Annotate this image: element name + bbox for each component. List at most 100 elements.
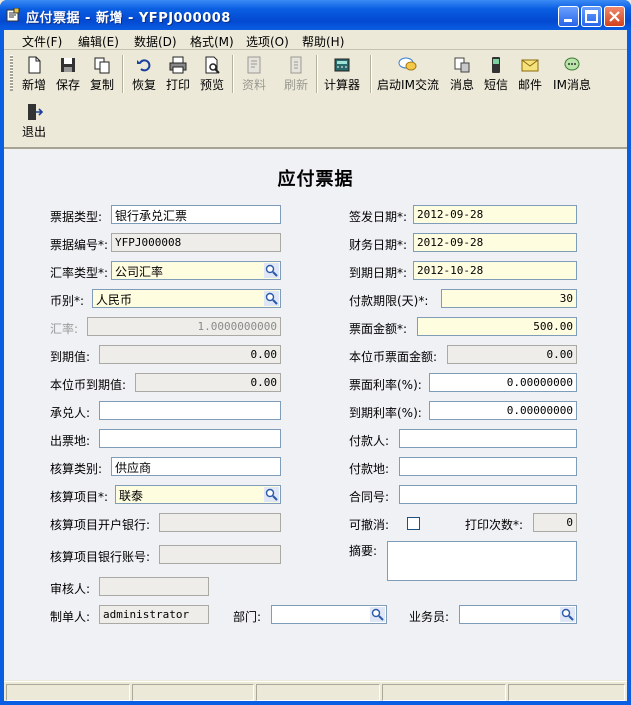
face-rate-field[interactable]: 0.00000000 (429, 373, 577, 392)
acct-category-label: 核算类别: (50, 462, 103, 476)
local-face-amount-label: 本位币票面金额: (349, 350, 438, 364)
maximize-button[interactable] (581, 6, 602, 27)
currency-value: 人民币 (96, 293, 133, 307)
preview-button[interactable]: 预览 (194, 54, 230, 98)
close-button[interactable] (604, 6, 625, 27)
department-field[interactable] (271, 605, 387, 624)
revocable-checkbox[interactable] (407, 517, 420, 530)
toolbar-grip[interactable] (10, 55, 13, 91)
finance-date-field[interactable]: 2012-09-28 (413, 233, 577, 252)
acceptor-label: 承兑人: (50, 406, 91, 420)
window-title: 应付票据 - 新增 - YFPJ000008 (26, 11, 231, 26)
payment-days-field[interactable]: 30 (441, 289, 577, 308)
payer-label: 付款人: (349, 434, 390, 448)
acct-item-label: 核算项目*: (50, 490, 109, 504)
acct-item-field[interactable]: 联泰 (115, 485, 281, 504)
info-record-icon (247, 56, 261, 74)
issue-date-field[interactable]: 2012-09-28 (413, 205, 577, 224)
message-button[interactable]: 消息 (444, 54, 480, 98)
title-bar[interactable]: 应付票据 - 新增 - YFPJ000008 (0, 0, 631, 30)
payment-days-label: 付款期限(天)*: (349, 294, 429, 308)
department-label: 部门: (233, 610, 262, 624)
refresh-button[interactable]: 刷新 (278, 54, 314, 98)
acct-bank-no-label: 核算项目银行账号: (50, 550, 151, 564)
copy-button[interactable]: 复制 (84, 54, 120, 98)
client-area: 文件(F) 编辑(E) 数据(D) 格式(M) 选项(O) 帮助(H) 新增 保… (4, 30, 627, 701)
summary-textarea[interactable] (387, 541, 577, 581)
status-panel (256, 684, 380, 701)
pay-place-field[interactable] (399, 457, 577, 476)
save-disk-icon (61, 58, 75, 72)
face-amount-field[interactable]: 500.00 (417, 317, 577, 336)
maker-field: administrator (99, 605, 209, 624)
maturity-value-label: 到期值: (50, 350, 91, 364)
currency-field[interactable]: 人民币 (92, 289, 281, 308)
mail-button[interactable]: 邮件 (512, 54, 548, 98)
chat-bubble-icon (398, 57, 417, 71)
new-button[interactable]: 新增 (16, 54, 52, 98)
app-icon (6, 8, 20, 22)
copy-icon (94, 57, 110, 74)
due-rate-field[interactable]: 0.00000000 (429, 401, 577, 420)
im-chat-icon (564, 57, 580, 71)
rate-type-value: 公司汇率 (115, 265, 164, 279)
lookup-magnifier-icon[interactable] (560, 607, 575, 622)
toolbar-separator (232, 55, 234, 93)
im-message-button[interactable]: IM消息 (548, 54, 596, 98)
contract-no-field[interactable] (399, 485, 577, 504)
exchange-rate-label: 汇率: (50, 322, 79, 336)
maker-label: 制单人: (50, 610, 91, 624)
payer-field[interactable] (399, 429, 577, 448)
info-button[interactable]: 资料 (236, 54, 272, 98)
lookup-magnifier-icon[interactable] (370, 607, 385, 622)
exit-door-icon (28, 104, 43, 120)
menu-file[interactable]: 文件(F) (22, 33, 62, 50)
reviewer-field (99, 577, 209, 596)
toolbar: 新增 保存 复制 恢复 打印 预览 资料 刷新 计算器 启动IM交流 消息 短信… (4, 51, 627, 148)
issue-date-label: 签发日期*: (349, 210, 408, 224)
printer-icon (169, 56, 187, 74)
calculator-icon (334, 58, 350, 72)
menu-options[interactable]: 选项(O) (246, 33, 289, 50)
close-icon (609, 11, 620, 22)
local-maturity-value-field: 0.00 (135, 373, 281, 392)
bill-type-label: 票据类型: (50, 210, 103, 224)
menu-help[interactable]: 帮助(H) (302, 33, 344, 50)
summary-label: 摘要: (349, 544, 378, 558)
lookup-magnifier-icon[interactable] (264, 291, 279, 306)
minimize-button[interactable] (558, 6, 579, 27)
exit-button[interactable]: 退出 (16, 101, 52, 145)
undo-icon (137, 59, 151, 72)
sms-button[interactable]: 短信 (478, 54, 514, 98)
menu-edit[interactable]: 编辑(E) (78, 33, 119, 50)
restore-button[interactable]: 恢复 (126, 54, 162, 98)
bill-type-field[interactable]: 银行承兑汇票 (111, 205, 281, 224)
print-preview-icon (205, 56, 220, 74)
revocable-label: 可撤消: (349, 518, 390, 532)
toolbar-separator (122, 55, 124, 93)
rate-type-label: 汇率类型*: (50, 266, 109, 280)
issue-place-field[interactable] (99, 429, 281, 448)
lookup-magnifier-icon[interactable] (264, 487, 279, 502)
form-title: 应付票据 (277, 169, 354, 190)
save-button[interactable]: 保存 (50, 54, 86, 98)
toolbar-separator (316, 55, 318, 93)
reviewer-label: 审核人: (50, 582, 91, 596)
status-bar (4, 681, 627, 701)
bill-no-field: YFPJ000008 (111, 233, 281, 252)
message-icon (454, 57, 470, 73)
rate-type-field[interactable]: 公司汇率 (111, 261, 281, 280)
menu-format[interactable]: 格式(M) (190, 33, 234, 50)
acct-category-field[interactable]: 供应商 (111, 457, 281, 476)
menu-data[interactable]: 数据(D) (134, 33, 177, 50)
salesperson-field[interactable] (459, 605, 577, 624)
print-button[interactable]: 打印 (160, 54, 196, 98)
calculator-button[interactable]: 计算器 (322, 54, 362, 98)
start-im-button[interactable]: 启动IM交流 (376, 54, 440, 98)
acceptor-field[interactable] (99, 401, 281, 420)
lookup-magnifier-icon[interactable] (264, 263, 279, 278)
due-date-field[interactable]: 2012-10-28 (413, 261, 577, 280)
currency-label: 币别*: (50, 294, 85, 308)
maximize-icon (585, 10, 598, 23)
refresh-icon (290, 56, 302, 74)
